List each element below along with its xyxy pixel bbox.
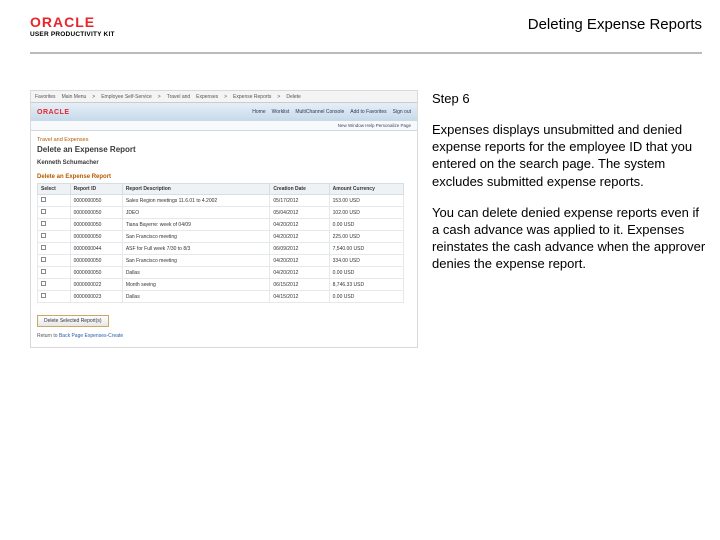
page-title: Deleting Expense Reports	[528, 16, 702, 33]
cell-date: 04/20/2012	[270, 267, 329, 279]
cell-date: 04/20/2012	[270, 255, 329, 267]
cell-desc: Dallas	[122, 291, 270, 303]
expense-reports-table: Select Report ID Report Description Crea…	[37, 183, 404, 303]
delete-selected-button[interactable]: Delete Selected Report(s)	[37, 315, 109, 327]
cell-amount: 153.00 USD	[329, 195, 403, 207]
cell-amount: 225.00 USD	[329, 231, 403, 243]
col-desc: Report Description	[122, 184, 270, 195]
cell-date: 05/04/2012	[270, 207, 329, 219]
cell-date: 04/15/2012	[270, 291, 329, 303]
app-tab: Sign out	[393, 109, 411, 115]
cell-date: 04/20/2012	[270, 231, 329, 243]
app-tab: Worklist	[272, 109, 290, 115]
table-row: 0000000050Dallas04/20/20120.00 USD	[38, 267, 404, 279]
col-select: Select	[38, 184, 71, 195]
row-checkbox[interactable]	[41, 221, 46, 226]
table-row: 0000000050Sales Region meetings 11.6.01 …	[38, 195, 404, 207]
cell-report-id: 0000000022	[70, 279, 122, 291]
cell-report-id: 0000000050	[70, 267, 122, 279]
cell-report-id: 0000000023	[70, 291, 122, 303]
cell-amount: 334.00 USD	[329, 255, 403, 267]
cell-date: 06/15/2012	[270, 279, 329, 291]
table-row: 0000000050San Francisco meeting04/20/201…	[38, 231, 404, 243]
cell-desc: San Francisco meeting	[122, 231, 270, 243]
cell-desc: Month seeing	[122, 279, 270, 291]
breadcrumb: Travel and Expenses	[37, 137, 411, 143]
table-row: 0000000023Dallas04/15/20120.00 USD	[38, 291, 404, 303]
col-amount: Amount Currency	[329, 184, 403, 195]
cell-date: 04/20/2012	[270, 219, 329, 231]
app-oracle-logo: ORACLE	[31, 109, 70, 116]
row-checkbox[interactable]	[41, 257, 46, 262]
cell-amount: 8,746.33 USD	[329, 279, 403, 291]
cell-desc: Tiana Bayerre: week of 04/09	[122, 219, 270, 231]
menu-item: Main Menu	[62, 94, 87, 100]
cell-amount: 0.00 USD	[329, 291, 403, 303]
instruction-para-1: Expenses displays unsubmitted and denied…	[432, 121, 706, 190]
cell-report-id: 0000000044	[70, 243, 122, 255]
menu-item: Expenses	[196, 94, 218, 100]
table-row: 0000000050JDEO05/04/2012102.00 USD	[38, 207, 404, 219]
embedded-app-screenshot: Favorites Main Menu> Employee Self-Servi…	[30, 90, 418, 348]
menu-item: Expense Reports	[233, 94, 271, 100]
app-branding-bar: ORACLE Home Worklist MultiChannel Consol…	[31, 103, 417, 121]
app-top-menu: Favorites Main Menu> Employee Self-Servi…	[31, 91, 417, 103]
cell-desc: San Francisco meeting	[122, 255, 270, 267]
step-label: Step 6	[432, 90, 706, 107]
row-checkbox[interactable]	[41, 233, 46, 238]
oracle-logo-text: ORACLE	[30, 14, 95, 30]
row-checkbox[interactable]	[41, 245, 46, 250]
cell-report-id: 0000000050	[70, 207, 122, 219]
cell-amount: 0.00 USD	[329, 267, 403, 279]
col-report-id: Report ID	[70, 184, 122, 195]
cell-desc: JDEO	[122, 207, 270, 219]
table-row: 0000000050San Francisco meeting04/20/201…	[38, 255, 404, 267]
col-date: Creation Date	[270, 184, 329, 195]
app-tab: Home	[252, 109, 265, 115]
app-page-title: Delete an Expense Report	[37, 145, 411, 154]
cell-desc: ASF for Full week 7/30 to 8/3	[122, 243, 270, 255]
cell-date: 06/09/2012	[270, 243, 329, 255]
row-checkbox[interactable]	[41, 293, 46, 298]
app-subbar: New Window Help Personalize Page	[31, 121, 417, 131]
menu-item: Favorites	[35, 94, 56, 100]
row-checkbox[interactable]	[41, 197, 46, 202]
app-employee-name: Kenneth Schumacher	[37, 160, 411, 166]
cell-report-id: 0000000050	[70, 231, 122, 243]
row-checkbox[interactable]	[41, 281, 46, 286]
instruction-para-2: You can delete denied expense reports ev…	[432, 204, 706, 273]
cell-date: 05/17/2012	[270, 195, 329, 207]
cell-desc: Dallas	[122, 267, 270, 279]
footer-link: Back Page Expenses-Create	[59, 333, 123, 339]
table-row: 0000000022Month seeing06/15/20128,746.33…	[38, 279, 404, 291]
footer-label: Return to	[37, 333, 58, 339]
cell-report-id: 0000000050	[70, 195, 122, 207]
menu-item: Employee Self-Service	[101, 94, 152, 100]
instruction-panel: Step 6 Expenses displays unsubmitted and…	[432, 90, 706, 348]
app-tab: Add to Favorites	[350, 109, 386, 115]
section-heading: Delete an Expense Report	[37, 174, 411, 180]
cell-amount: 7,540.00 USD	[329, 243, 403, 255]
menu-item: Travel and	[167, 94, 190, 100]
cell-report-id: 0000000050	[70, 219, 122, 231]
cell-report-id: 0000000050	[70, 255, 122, 267]
row-checkbox[interactable]	[41, 269, 46, 274]
menu-item: Delete	[286, 94, 300, 100]
cell-amount: 0.00 USD	[329, 219, 403, 231]
row-checkbox[interactable]	[41, 209, 46, 214]
cell-desc: Sales Region meetings 11.6.01 to 4.2002	[122, 195, 270, 207]
table-row: 0000000044ASF for Full week 7/30 to 8/30…	[38, 243, 404, 255]
cell-amount: 102.00 USD	[329, 207, 403, 219]
app-tab: MultiChannel Console	[295, 109, 344, 115]
table-row: 0000000050Tiana Bayerre: week of 04/0904…	[38, 219, 404, 231]
